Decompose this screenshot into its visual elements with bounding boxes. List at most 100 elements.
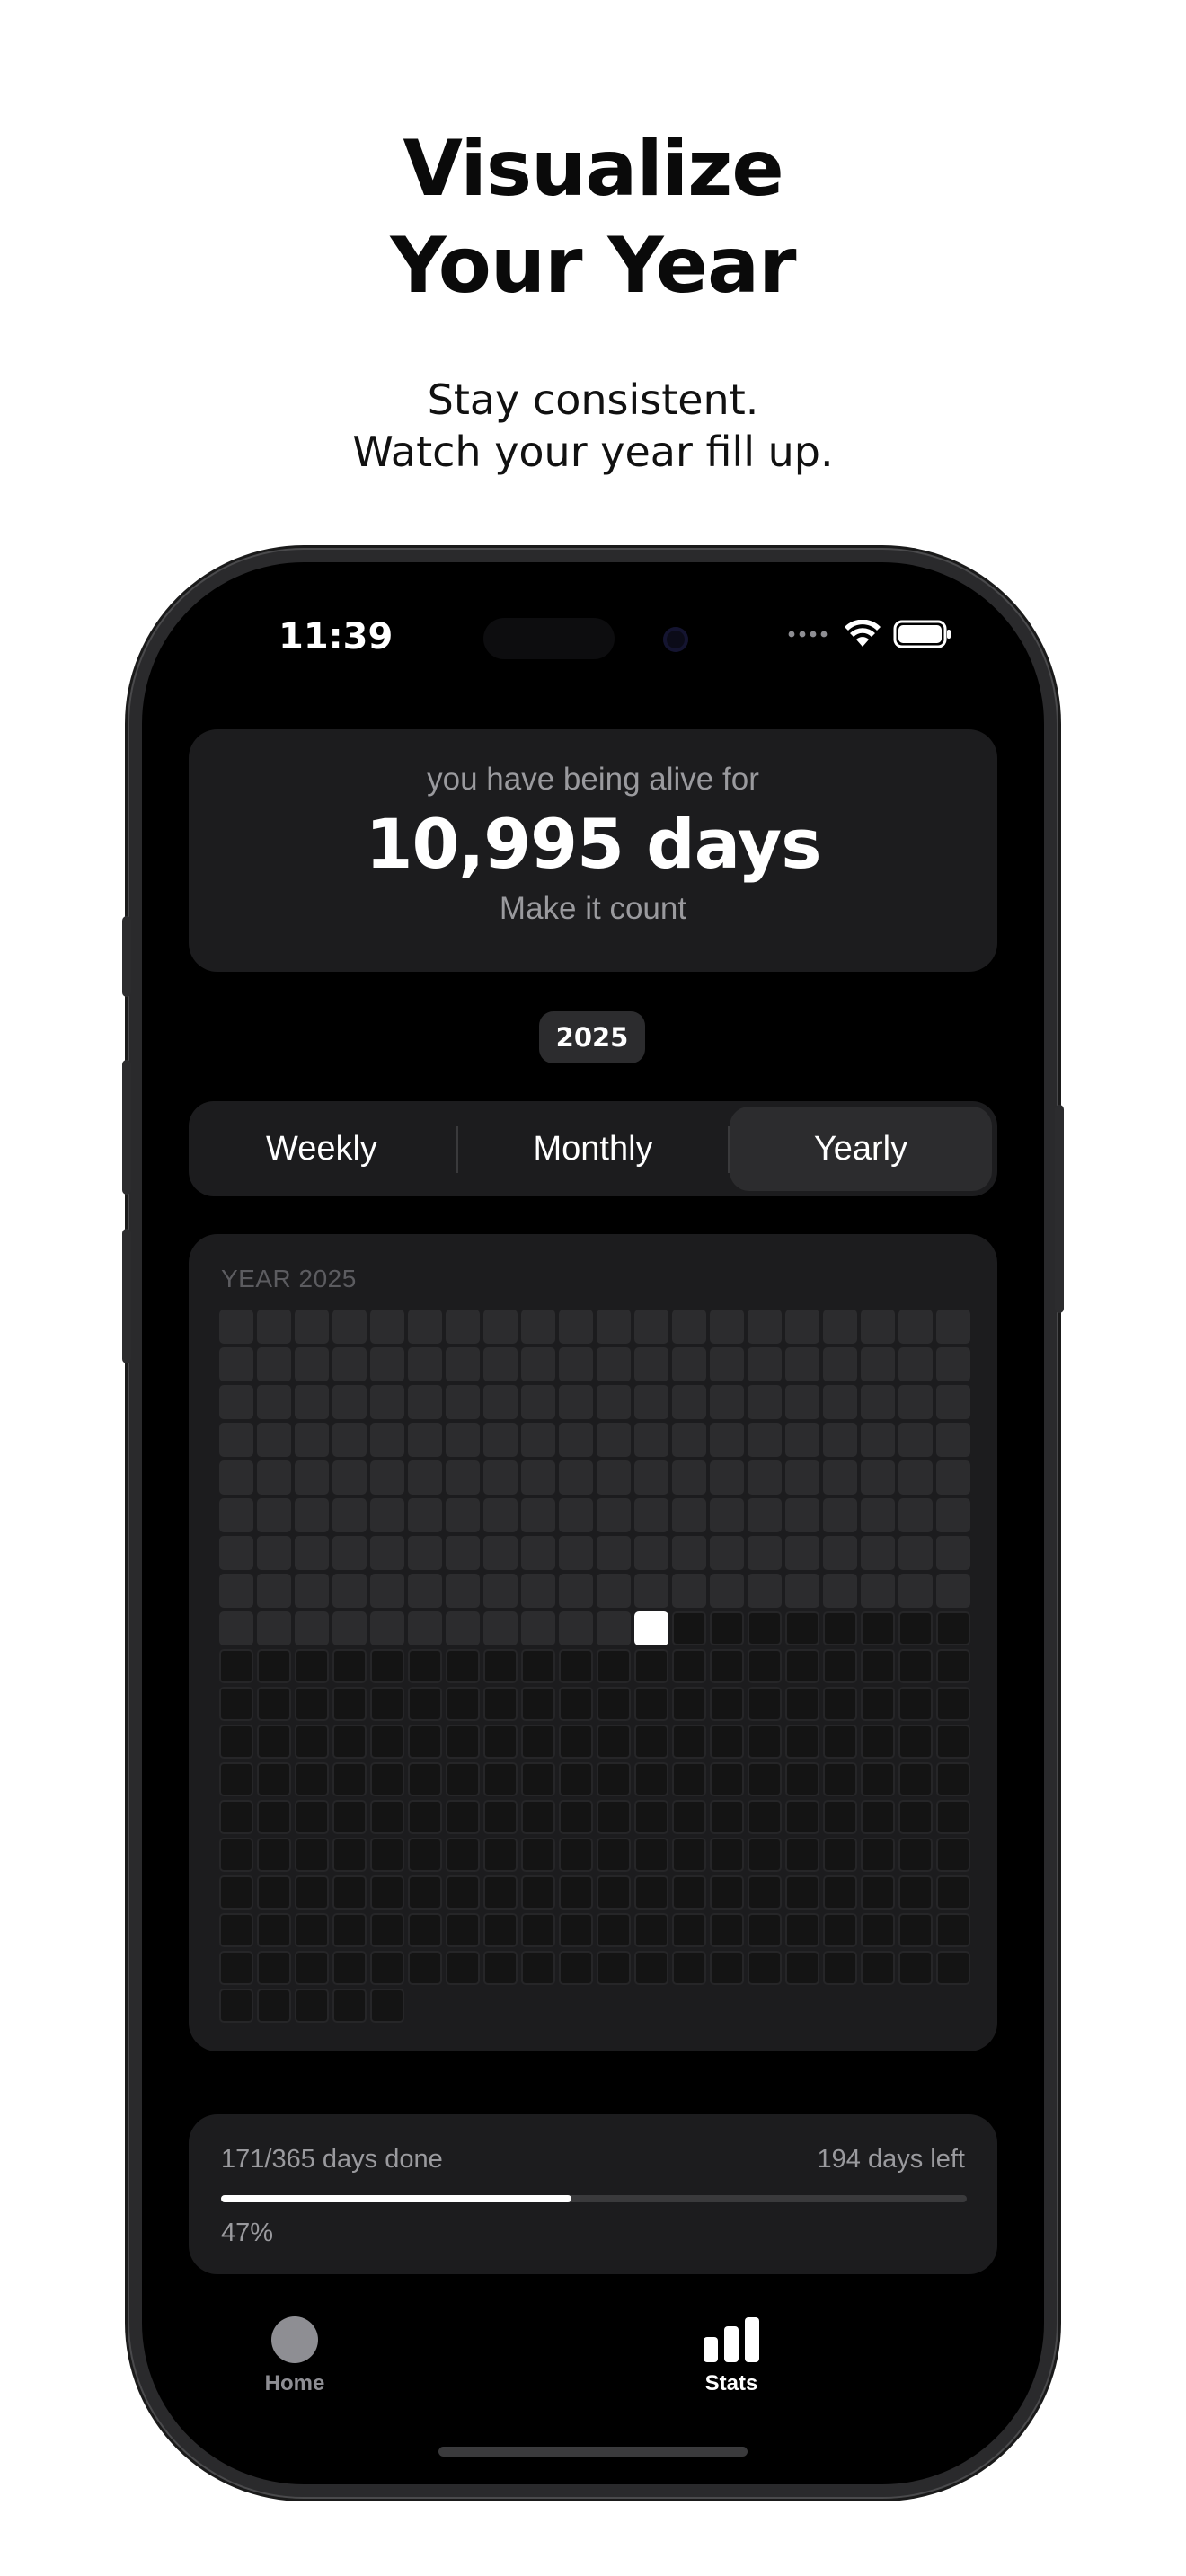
day-cell (483, 1725, 518, 1759)
day-cell (219, 1574, 253, 1608)
day-cell (710, 1725, 744, 1759)
day-cell (597, 1611, 631, 1645)
day-cell (408, 1611, 442, 1645)
day-cell (597, 1347, 631, 1381)
day-cell (483, 1687, 518, 1721)
promo-subtitle-line-1: Stay consistent. (427, 375, 759, 424)
day-cell (861, 1875, 895, 1910)
promo-title: Visualize Your Year (0, 120, 1186, 314)
segment-yearly[interactable]: Yearly (730, 1107, 992, 1191)
day-cell (785, 1875, 819, 1910)
day-cell (219, 1649, 253, 1683)
day-cell (898, 1913, 933, 1947)
day-cell (446, 1574, 480, 1608)
day-cell (634, 1875, 668, 1910)
day-cell (936, 1838, 970, 1872)
day-cell (370, 1951, 404, 1985)
power-button (1055, 1105, 1064, 1313)
day-cell (370, 1800, 404, 1834)
promo-title-line-1: Visualize (403, 124, 783, 214)
day-cell (257, 1649, 291, 1683)
day-cell (823, 1423, 857, 1457)
day-cell (936, 1574, 970, 1608)
day-cell (370, 1989, 404, 2023)
day-cell (370, 1913, 404, 1947)
day-cell (559, 1762, 593, 1796)
day-cell (559, 1913, 593, 1947)
day-cell (521, 1687, 555, 1721)
day-cell (861, 1460, 895, 1495)
day-cell (559, 1347, 593, 1381)
day-cell (823, 1800, 857, 1834)
day-cell (370, 1498, 404, 1532)
progress-percent: 47% (221, 2219, 274, 2247)
day-cell (295, 1347, 329, 1381)
day-cell (861, 1423, 895, 1457)
day-cell (408, 1310, 442, 1344)
day-cell (332, 1460, 367, 1495)
day-cell (936, 1913, 970, 1947)
day-cell (823, 1762, 857, 1796)
day-cell (634, 1725, 668, 1759)
day-cell (672, 1536, 706, 1570)
day-cell (332, 1838, 367, 1872)
tab-home-label: Home (264, 2371, 325, 2395)
day-cell (785, 1574, 819, 1608)
day-cell (861, 1649, 895, 1683)
day-cell (785, 1913, 819, 1947)
day-cell (823, 1385, 857, 1419)
days-alive-card: you have being alive for 10,995 days Mak… (189, 729, 997, 972)
day-cell (634, 1611, 668, 1645)
day-cell (823, 1838, 857, 1872)
day-cell (446, 1460, 480, 1495)
day-cell (257, 1536, 291, 1570)
day-cell (597, 1385, 631, 1419)
day-cell (748, 1423, 782, 1457)
day-cell (370, 1385, 404, 1419)
day-cell (748, 1649, 782, 1683)
day-cell (823, 1875, 857, 1910)
day-cell (446, 1310, 480, 1344)
year-badge[interactable]: 2025 (539, 1011, 645, 1063)
day-cell (559, 1687, 593, 1721)
day-cell (257, 1989, 291, 2023)
segment-weekly[interactable]: Weekly (194, 1107, 449, 1191)
day-cell (936, 1611, 970, 1645)
day-cell (219, 1800, 253, 1834)
day-cell (785, 1498, 819, 1532)
day-cell (748, 1498, 782, 1532)
phone-screen: 11:39 you have being alive for 10,995 da… (142, 562, 1044, 2484)
day-cell (597, 1649, 631, 1683)
day-cell (559, 1385, 593, 1419)
tab-stats[interactable]: Stats (668, 2316, 794, 2396)
tab-home[interactable]: Home (232, 2316, 358, 2396)
day-cell (559, 1725, 593, 1759)
day-cell (370, 1649, 404, 1683)
day-cell (710, 1385, 744, 1419)
day-cell (861, 1762, 895, 1796)
day-cell (295, 1423, 329, 1457)
day-cell (710, 1498, 744, 1532)
day-cell (823, 1347, 857, 1381)
wifi-icon (845, 620, 881, 647)
day-cell (748, 1347, 782, 1381)
day-cell (408, 1800, 442, 1834)
day-cell (257, 1423, 291, 1457)
day-cell (446, 1838, 480, 1872)
day-cell (785, 1762, 819, 1796)
day-cell (634, 1838, 668, 1872)
segment-monthly[interactable]: Monthly (464, 1107, 722, 1191)
day-cell (559, 1498, 593, 1532)
day-cell (219, 1611, 253, 1645)
day-cell (861, 1498, 895, 1532)
year-grid-card: YEAR 2025 (189, 1234, 997, 2051)
day-cell (823, 1574, 857, 1608)
day-cell (936, 1460, 970, 1495)
day-cell (710, 1423, 744, 1457)
day-cell (521, 1838, 555, 1872)
day-cell (898, 1800, 933, 1834)
day-cell (936, 1536, 970, 1570)
home-indicator[interactable] (438, 2447, 748, 2457)
day-cell (748, 1951, 782, 1985)
day-cell (446, 1385, 480, 1419)
